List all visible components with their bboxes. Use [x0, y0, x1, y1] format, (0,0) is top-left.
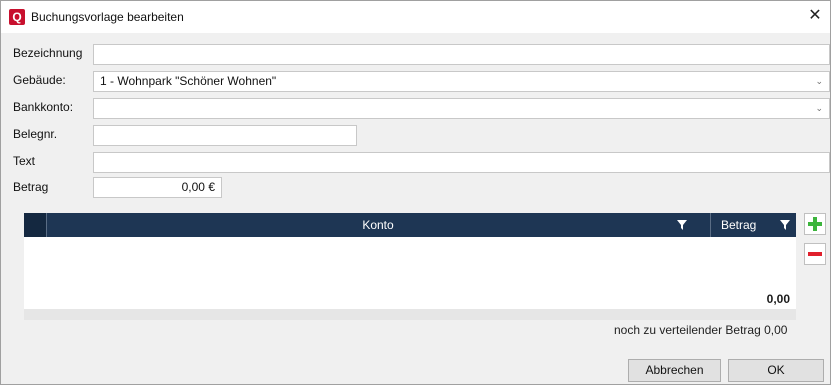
title-bar: Q Buchungsvorlage bearbeiten ✕: [1, 1, 830, 33]
betrag-label: Betrag: [13, 180, 49, 194]
bankkonto-select[interactable]: ⌄: [93, 98, 830, 119]
minus-icon: [808, 252, 822, 256]
text-label: Text: [13, 154, 36, 168]
belegnr-field[interactable]: [93, 125, 357, 146]
gebaeude-label: Gebäude:: [13, 73, 66, 87]
bezeichnung-field[interactable]: [93, 44, 830, 65]
filter-icon[interactable]: [677, 220, 687, 230]
ok-button[interactable]: OK: [728, 359, 824, 382]
app-logo-icon: Q: [9, 9, 25, 25]
grid-header: Konto Betrag: [24, 213, 796, 237]
grid-bottom-bar: [24, 309, 796, 320]
cancel-button[interactable]: Abbrechen: [628, 359, 721, 382]
add-row-button[interactable]: [804, 213, 826, 235]
bezeichnung-label: Bezeichnung: [13, 46, 83, 60]
remove-row-button[interactable]: [804, 243, 826, 265]
betrag-field[interactable]: 0,00 €: [93, 177, 222, 198]
dialog-window: Q Buchungsvorlage bearbeiten ✕ Bezeichnu…: [0, 0, 831, 385]
betrag-value: 0,00 €: [181, 180, 215, 194]
grid-corner: [24, 213, 47, 237]
filter-icon[interactable]: [780, 220, 790, 230]
plus-icon: [808, 217, 822, 231]
sum-value: 0,00: [766, 292, 790, 306]
grid-summary-row: 0,00: [24, 287, 796, 309]
gebaeude-select[interactable]: 1 - Wohnpark "Schöner Wohnen" ⌄: [93, 71, 830, 92]
close-icon[interactable]: ✕: [800, 1, 830, 33]
column-header-konto[interactable]: Konto: [46, 213, 710, 237]
gebaeude-value: 1 - Wohnpark "Schöner Wohnen": [100, 74, 277, 88]
window-title: Buchungsvorlage bearbeiten: [31, 10, 184, 24]
remaining-amount: noch zu verteilender Betrag 0,00: [614, 323, 788, 337]
belegnr-label: Belegnr.: [13, 127, 58, 141]
chevron-down-icon[interactable]: ⌄: [815, 99, 823, 118]
grid-body[interactable]: [24, 237, 796, 288]
text-field[interactable]: [93, 152, 830, 173]
chevron-down-icon[interactable]: ⌄: [815, 72, 823, 91]
konto-grid: Konto Betrag 0,00: [24, 213, 796, 320]
bankkonto-label: Bankkonto:: [13, 100, 74, 114]
